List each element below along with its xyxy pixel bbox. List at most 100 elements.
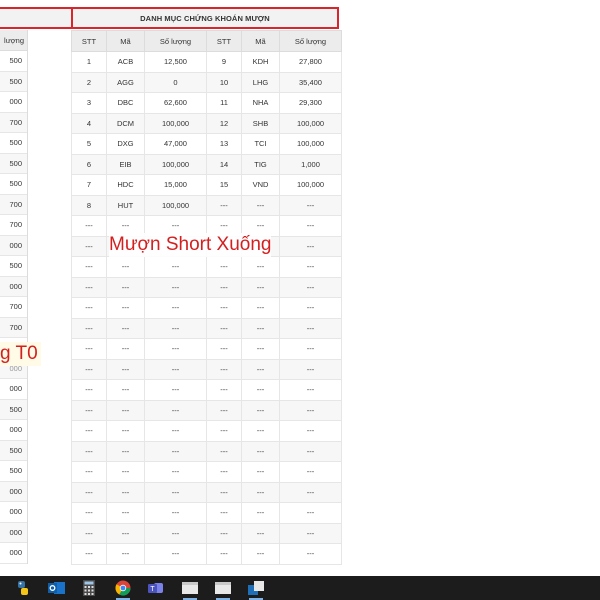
cell-ma: --- — [106, 543, 145, 565]
left-table-cell: 500 — [0, 399, 27, 420]
cell-ma: SHB — [241, 112, 280, 134]
header-so-luong-1[interactable]: Số lượng — [144, 30, 207, 52]
cell-so-luong: 62,600 — [144, 92, 207, 114]
header-stt-2[interactable]: STT — [206, 30, 242, 52]
left-table-cell: 700 — [0, 194, 27, 215]
python-icon[interactable] — [14, 579, 32, 597]
cell-ma: --- — [241, 297, 280, 319]
cell-stt: 11 — [206, 92, 242, 114]
cell-so-luong: --- — [279, 502, 342, 524]
cell-ma: ACB — [106, 51, 145, 73]
cell-ma: DBC — [106, 92, 145, 114]
cell-so-luong: --- — [279, 522, 342, 544]
cell-so-luong: 29,300 — [279, 92, 342, 114]
cell-so-luong: --- — [279, 235, 342, 257]
cell-so-luong: --- — [144, 338, 207, 360]
cell-ma: --- — [241, 420, 280, 442]
cell-ma: --- — [106, 502, 145, 524]
cell-so-luong: --- — [144, 420, 207, 442]
cell-stt: --- — [206, 440, 242, 462]
cell-stt: 1 — [71, 51, 107, 73]
table-row: 7 HDC 15,000 15 VND 100,000 — [71, 174, 342, 196]
cell-stt: --- — [71, 256, 107, 278]
cell-so-luong: --- — [279, 481, 342, 503]
cell-so-luong: --- — [279, 317, 342, 339]
cell-stt: --- — [71, 502, 107, 524]
svg-text:T: T — [150, 586, 155, 593]
cell-so-luong: --- — [144, 358, 207, 380]
table-body: 1 ACB 12,500 9 KDH 27,800 2 AGG 0 10 LHG 35,400 3 DBC… — [71, 51, 342, 565]
left-table-cell: 500 — [0, 133, 27, 154]
cell-ma: --- — [106, 481, 145, 503]
cell-so-luong: --- — [144, 481, 207, 503]
cell-so-luong: --- — [279, 297, 342, 319]
page: lượng 500 500 000 700 500 500 500 700 700 000 500 0… — [0, 0, 600, 600]
cell-stt: --- — [71, 215, 107, 237]
cell-stt: --- — [71, 358, 107, 380]
left-table-cell: 500 — [0, 440, 27, 461]
left-table-cell: 700 — [0, 112, 27, 133]
table-row: 6 EIB 100,000 14 TIG 1,000 — [71, 153, 342, 175]
window-icon-3[interactable] — [247, 579, 265, 600]
header-ma-1[interactable]: Mã — [106, 30, 145, 52]
table-row: ------------------ — [71, 338, 342, 360]
cell-stt: 12 — [206, 112, 242, 134]
cell-stt: --- — [71, 317, 107, 339]
cell-stt: --- — [71, 235, 107, 257]
annotation-short-overlay: Mượn Short Xuống — [109, 233, 272, 257]
cell-so-luong: --- — [144, 440, 207, 462]
table-row: 8 HUT 100,000 --- --- --- — [71, 194, 342, 216]
table-row: ------------------ — [71, 358, 342, 380]
left-table-cell: 000 — [0, 235, 27, 256]
cell-so-luong: --- — [144, 317, 207, 339]
cell-ma: --- — [241, 358, 280, 380]
table-row: ------------------ — [71, 420, 342, 442]
cell-so-luong: 47,000 — [144, 133, 207, 155]
cell-stt: --- — [71, 379, 107, 401]
cell-ma: --- — [106, 276, 145, 298]
cell-so-luong: --- — [144, 297, 207, 319]
cell-so-luong: 12,500 — [144, 51, 207, 73]
cell-stt: 5 — [71, 133, 107, 155]
table-row: ------------------ — [71, 522, 342, 544]
cell-so-luong: --- — [279, 358, 342, 380]
calculator-icon[interactable] — [80, 579, 98, 597]
cell-stt: --- — [206, 461, 242, 483]
cell-so-luong: --- — [279, 256, 342, 278]
table-row: ------------------ — [71, 481, 342, 503]
left-table-cell: 700 — [0, 297, 27, 318]
cell-ma: --- — [241, 543, 280, 565]
outlook-icon[interactable] — [48, 579, 66, 597]
cell-ma: --- — [241, 338, 280, 360]
cell-so-luong: 100,000 — [144, 194, 207, 216]
left-table-cell: 000 — [0, 481, 27, 502]
cell-stt: --- — [71, 481, 107, 503]
cell-ma: --- — [241, 502, 280, 524]
cell-stt: --- — [206, 379, 242, 401]
header-ma-2[interactable]: Mã — [241, 30, 280, 52]
cell-so-luong: --- — [279, 276, 342, 298]
cell-so-luong: 27,800 — [279, 51, 342, 73]
cell-so-luong: 15,000 — [144, 174, 207, 196]
cell-ma: --- — [241, 399, 280, 421]
cell-so-luong: 100,000 — [279, 174, 342, 196]
left-table-cell: 500 — [0, 71, 27, 92]
teams-icon[interactable]: T — [147, 579, 165, 597]
cell-stt: --- — [206, 276, 242, 298]
chrome-icon[interactable] — [114, 579, 132, 600]
left-table-cell: 000 — [0, 379, 27, 400]
cell-ma: LHG — [241, 71, 280, 93]
window-icon-1[interactable] — [181, 579, 199, 600]
cell-ma: --- — [106, 256, 145, 278]
table-row: ------------------ — [71, 440, 342, 462]
window-icon-2[interactable] — [214, 579, 232, 600]
header-so-luong-2[interactable]: Số lượng — [279, 30, 342, 52]
header-stt-1[interactable]: STT — [71, 30, 107, 52]
left-table-cell: 000 — [0, 276, 27, 297]
cell-so-luong: --- — [279, 440, 342, 462]
cell-stt: --- — [206, 338, 242, 360]
cell-stt: --- — [206, 481, 242, 503]
cell-stt: --- — [71, 420, 107, 442]
cell-so-luong: --- — [279, 543, 342, 565]
cell-ma: HDC — [106, 174, 145, 196]
